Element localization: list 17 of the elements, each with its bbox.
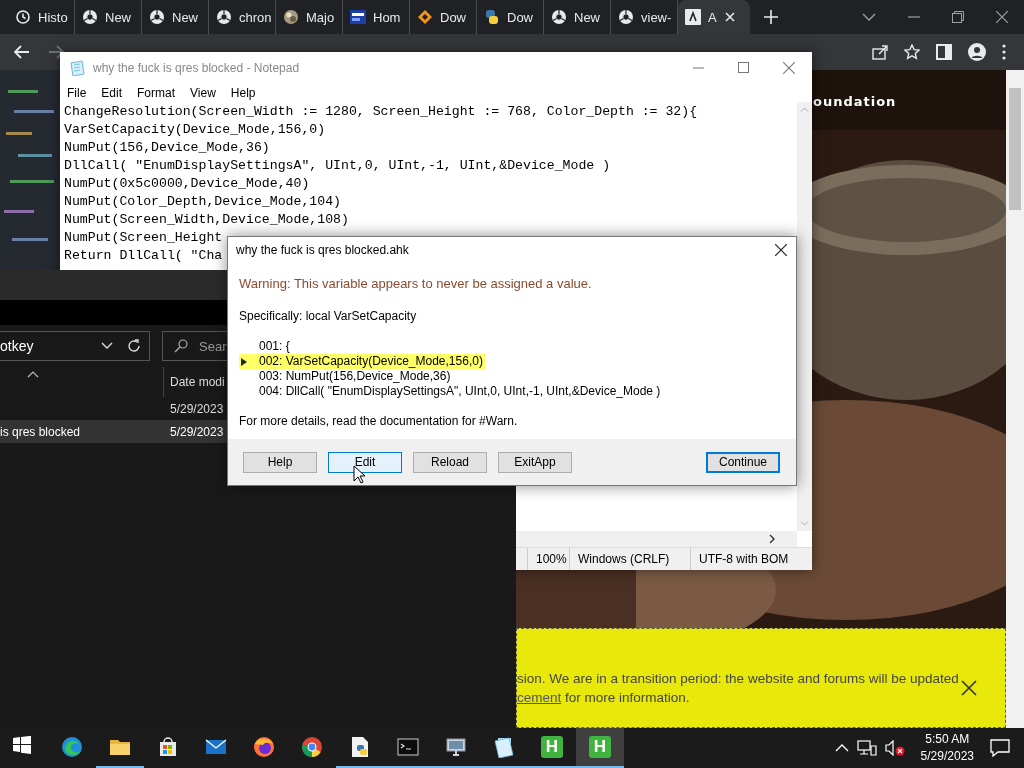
banner-text: cement for more information. (517, 690, 691, 705)
code-line: 001: { (259, 339, 290, 354)
app-logo: H (589, 736, 611, 758)
file-name: is qres blocked (0, 424, 82, 439)
file-date: 5/29/2023 (170, 424, 225, 439)
note-text: For more details, read the documentation for #Warn. (239, 414, 519, 428)
code-line: 004: DllCall( "EnumDisplaySettingsA", UInt,0, UInt,-1, UInt,&Device_Mode ) (259, 384, 661, 399)
warning-text: Warning: This variable appears to never be assigned a value. (239, 276, 593, 291)
banner-text: sion. We are in a transition period: the website and forums will be updated (517, 671, 960, 686)
status-text: 100% (527, 548, 569, 570)
app-logo: H (541, 736, 563, 758)
status-text: Windows (CRLF) (569, 548, 690, 570)
site-title: oundation (812, 93, 898, 109)
detail-text: Specifically: local VarSetCapacity (239, 309, 418, 323)
file-date: 5/29/2023 (170, 401, 225, 416)
code-line: 003: NumPut(156,Device_Mode,36) (259, 369, 451, 384)
status-text: UTF-8 with BOM (690, 548, 812, 570)
